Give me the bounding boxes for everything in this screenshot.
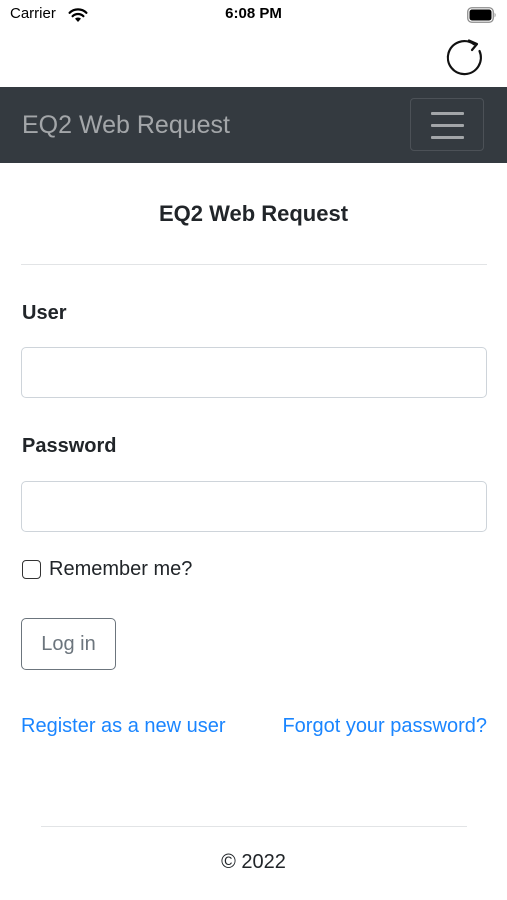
login-button[interactable]: Log in (21, 618, 116, 670)
navbar: EQ2 Web Request (0, 87, 507, 163)
user-input[interactable] (21, 347, 487, 398)
page-title: EQ2 Web Request (158, 201, 349, 226)
hamburger-menu-icon (431, 124, 464, 127)
battery-full-icon (467, 7, 496, 23)
reload-icon[interactable] (446, 37, 488, 79)
hamburger-menu-icon (431, 136, 464, 139)
footer-copyright: © 2022 (221, 851, 286, 873)
forgot-password-link[interactable]: Forgot your password? (282, 715, 487, 738)
navbar-brand[interactable]: EQ2 Web Request (22, 111, 230, 139)
user-label: User (22, 302, 67, 324)
divider (21, 264, 487, 265)
hamburger-menu-icon (431, 112, 464, 115)
remember-me-label[interactable]: Remember me? (49, 558, 192, 581)
footer-divider (41, 826, 467, 827)
password-label: Password (22, 435, 117, 457)
remember-me-checkbox[interactable] (22, 560, 41, 579)
register-link[interactable]: Register as a new user (21, 715, 226, 738)
password-input[interactable] (21, 481, 487, 532)
navbar-toggler-button[interactable] (410, 98, 484, 151)
clock: 6:08 PM (225, 5, 282, 22)
status-bar: Carrier 6:08 PM (0, 0, 507, 30)
